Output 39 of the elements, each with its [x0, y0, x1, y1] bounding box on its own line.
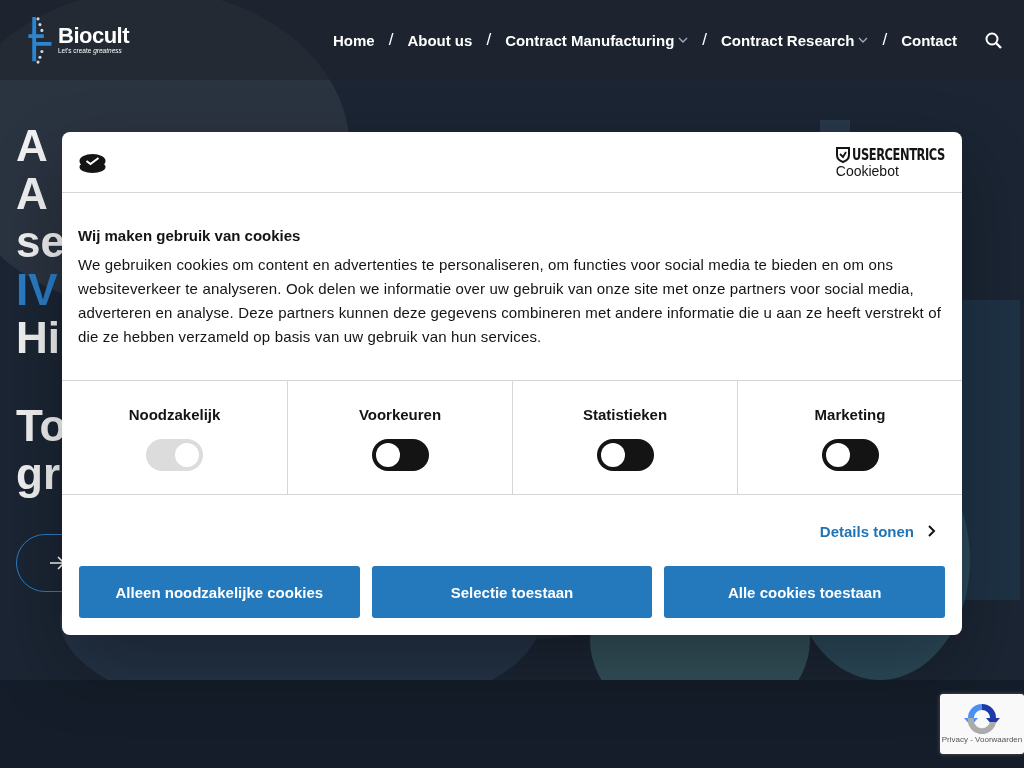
nav-link[interactable]: Contract Research: [721, 31, 869, 49]
nav-link[interactable]: Contact: [901, 31, 957, 49]
chevron-down-icon: [678, 36, 689, 44]
hero-heading-text: se: [16, 218, 65, 266]
brand-product-text: Cookiebot: [835, 163, 899, 179]
toggle-switch[interactable]: [596, 439, 654, 471]
nav-link[interactable]: About us: [407, 31, 473, 49]
hero-heading-text: To: [16, 402, 67, 450]
category-label: Marketing: [814, 406, 886, 423]
recaptcha-links[interactable]: Privacy - Voorwaarden: [941, 735, 1023, 744]
toggle-switch[interactable]: [371, 439, 429, 471]
category-label: Noodzakelijk: [128, 406, 221, 423]
brand-logo-text[interactable]: USERCENTRICS: [851, 145, 945, 164]
chevron-down-icon: [858, 36, 869, 44]
search-icon[interactable]: [985, 31, 1002, 49]
hero-heading-text: A: [16, 122, 48, 170]
shield-icon: [835, 146, 850, 163]
nav-separator: /: [388, 30, 394, 50]
nav-separator: /: [486, 30, 492, 50]
category-label: Statistieken: [582, 406, 668, 423]
category-label: Voorkeuren: [358, 406, 442, 423]
chevron-right-icon[interactable]: [928, 525, 936, 537]
hero-heading-text: gr: [16, 450, 60, 498]
dialog-title: Wij maken gebruik van cookies: [78, 227, 302, 245]
cookie-button[interactable]: Alle cookies toestaan: [664, 566, 945, 618]
details-link[interactable]: Details tonen: [819, 522, 914, 540]
nav-link[interactable]: Contract Manufacturing: [505, 31, 689, 49]
nav-separator: /: [702, 30, 708, 50]
recaptcha-badge[interactable]: Privacy - Voorwaarden: [940, 694, 1024, 754]
hero-heading-text: IV: [16, 266, 58, 314]
hero-heading-text: Hi: [16, 314, 60, 362]
dialog-description: We gebruiken cookies om content en advertenties te personaliseren, om functies voor social media te bieden en om ons websiteverkeer te analyseren. Ook delen we informatie over uw gebruik van onze site met onze partners voor social media, adverteren en analyse. Deze partners kunnen deze gegevens combineren met andere informatie die u aan ze heeft verstrekt of die ze hebben verzameld op basis van uw gebruik van hun services.: [78, 255, 942, 347]
logo-text[interactable]: Biocult: [58, 25, 130, 47]
nav-separator: /: [882, 30, 888, 50]
hero-heading-text: A: [16, 170, 48, 218]
toggle-switch[interactable]: [821, 439, 879, 471]
cookie-button[interactable]: Alleen noodzakelijke cookies: [79, 566, 360, 618]
cookie-button[interactable]: Selectie toestaan: [371, 566, 653, 618]
nav-link[interactable]: Home: [332, 31, 375, 49]
